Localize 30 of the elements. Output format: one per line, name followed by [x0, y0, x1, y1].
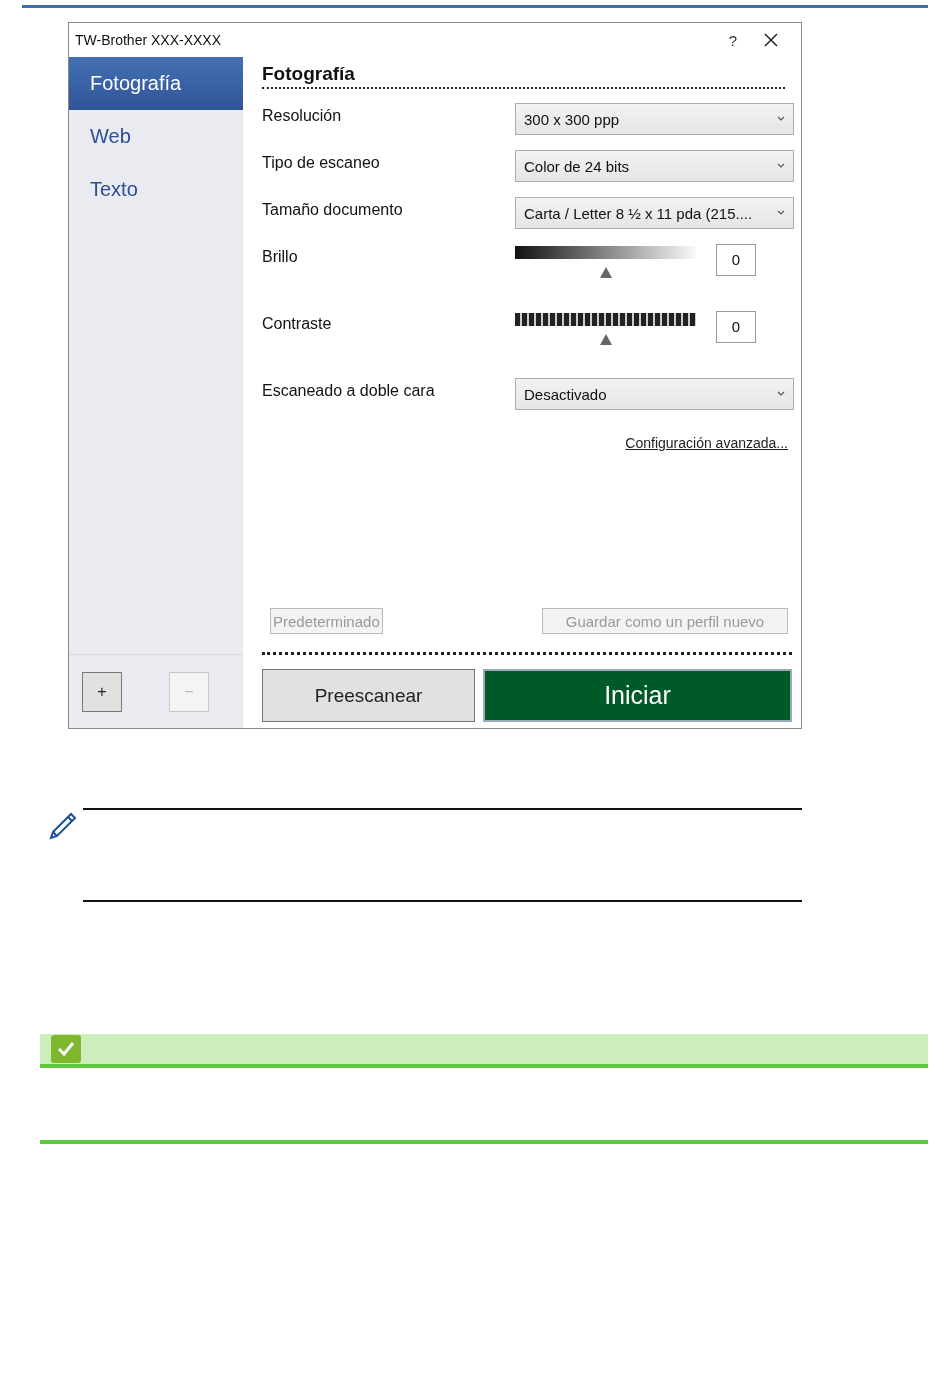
help-button[interactable]: ?: [703, 30, 763, 50]
window-title: TW-Brother XXX-XXXX: [75, 32, 222, 48]
start-button[interactable]: Iniciar: [483, 669, 792, 722]
prescan-button[interactable]: Preescanear: [262, 669, 475, 722]
setting-label: Brillo: [262, 247, 299, 267]
profile-button[interactable]: +: [82, 671, 122, 712]
setting-label: Resolución: [262, 106, 343, 126]
setting-label: Tamaño documento: [262, 200, 404, 220]
dropdown[interactable]: 300 x 300 ppp: [515, 103, 794, 135]
setting-label: Escaneado a doble cara: [262, 381, 436, 401]
slider-thumb[interactable]: [599, 334, 612, 345]
advanced-settings-link[interactable]: Configuración avanzada...: [625, 435, 788, 451]
value-field[interactable]: 0: [716, 244, 756, 276]
caret-icon: [777, 163, 785, 169]
dropdown[interactable]: Desactivado: [515, 378, 794, 410]
dropdown[interactable]: Carta / Letter 8 ½ x 11 pda (215....: [515, 197, 794, 229]
caret-icon: [777, 210, 785, 216]
setting-label: Contraste: [262, 314, 333, 334]
check-icon: [50, 1034, 82, 1064]
sidebar-item[interactable]: Fotografía: [69, 57, 243, 110]
setting-label: Tipo de escaneo: [262, 153, 381, 173]
value-field[interactable]: 0: [716, 311, 756, 343]
dropdown[interactable]: Color de 24 bits: [515, 150, 794, 182]
caret-icon: [777, 116, 785, 122]
sidebar-item[interactable]: Web: [69, 110, 243, 163]
close-icon[interactable]: [763, 32, 779, 48]
slider-thumb[interactable]: [599, 267, 612, 278]
sidebar-item[interactable]: Texto: [69, 163, 243, 216]
section-heading: Fotografía: [262, 57, 785, 89]
caret-icon: [777, 391, 785, 397]
